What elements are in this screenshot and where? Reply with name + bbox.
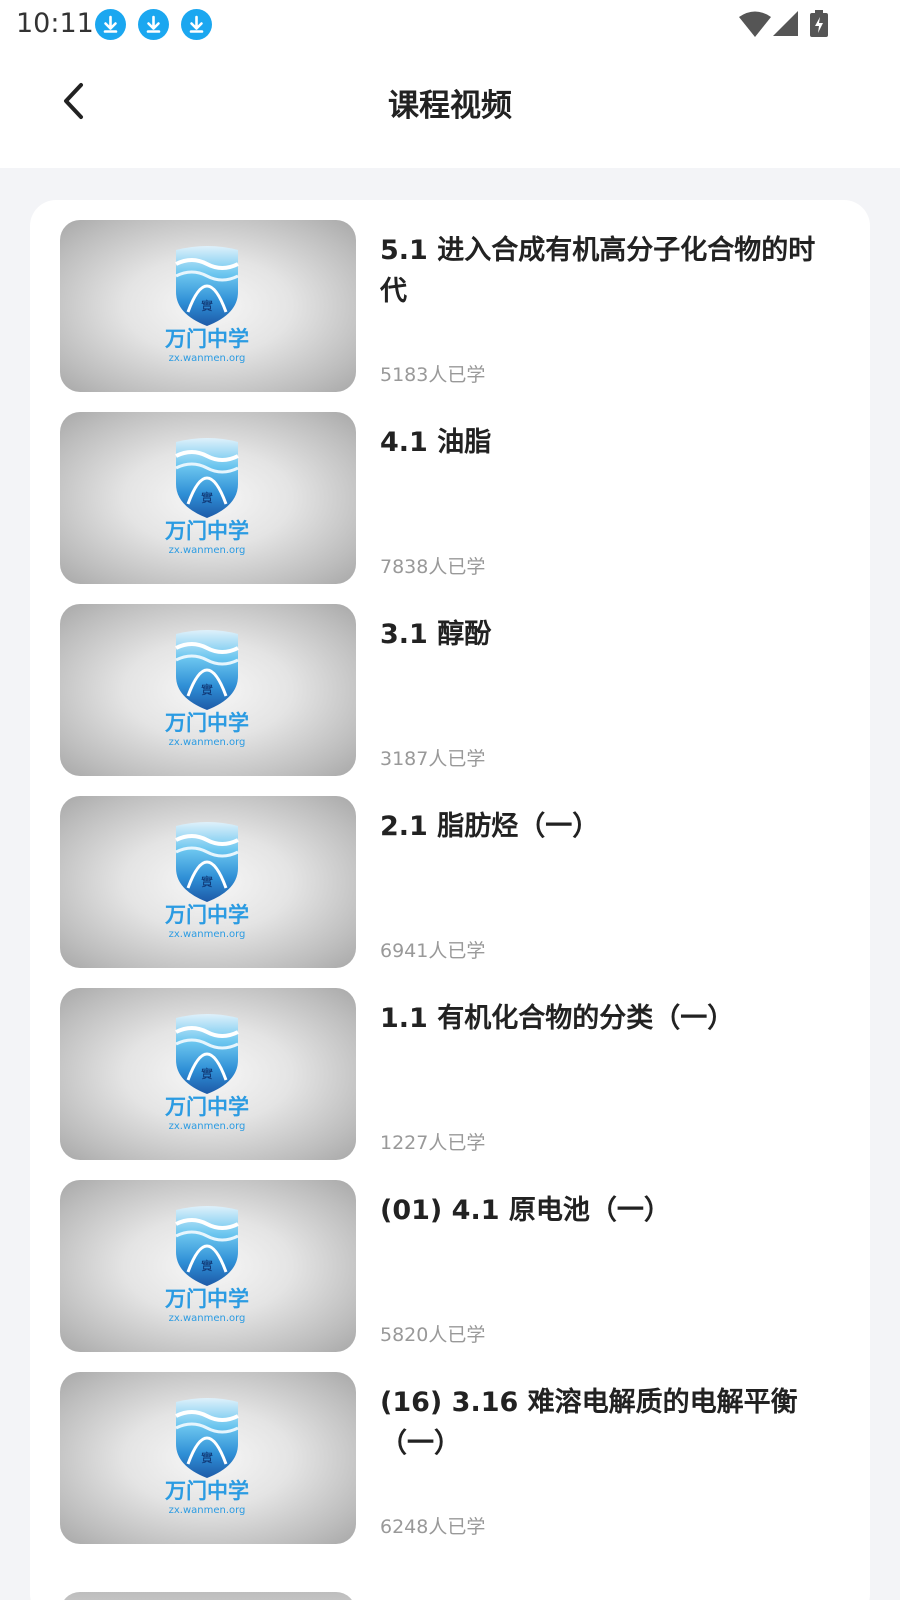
status-bar: 10:11: [0, 0, 900, 50]
download-icon: [95, 9, 126, 40]
logo-seal-text: 實: [201, 1258, 213, 1273]
logo-seal-text: 實: [201, 298, 213, 313]
course-list-card: 實 万门中学 zx.wanmen.org 5.1 进入合成有机高分子化合物的时代…: [30, 200, 870, 1600]
logo-seal-text: 實: [201, 490, 213, 505]
wanmen-logo: 實 万门中学 zx.wanmen.org: [164, 438, 249, 556]
logo-seal-text: 實: [201, 874, 213, 889]
wanmen-logo: 實 万门中学 zx.wanmen.org: [164, 1206, 249, 1324]
download-icon: [181, 9, 212, 40]
header: 课程视频: [0, 50, 900, 168]
course-title[interactable]: 2.1 脂肪烃（一）: [380, 806, 830, 847]
learner-count: 5820人已学: [380, 1324, 486, 1346]
logo-seal-text: 實: [201, 1450, 213, 1465]
learner-count: 7838人已学: [380, 556, 486, 578]
logo-text: 万门中学: [164, 903, 249, 927]
course-thumbnail-partial[interactable]: [60, 1592, 356, 1600]
course-list-item[interactable]: 實 万门中学 zx.wanmen.org 4.1 油脂 7838人已学: [60, 412, 850, 584]
course-list-item[interactable]: 實 万门中学 zx.wanmen.org 5.1 进入合成有机高分子化合物的时代…: [60, 220, 850, 392]
logo-url-text: zx.wanmen.org: [169, 1505, 246, 1516]
logo-text: 万门中学: [164, 1287, 249, 1311]
logo-seal-text: 實: [201, 682, 213, 697]
download-icon: [138, 9, 169, 40]
course-thumbnail[interactable]: 實 万门中学 zx.wanmen.org: [60, 1180, 356, 1352]
learner-count: 3187人已学: [380, 748, 486, 770]
logo-url-text: zx.wanmen.org: [169, 1313, 246, 1324]
logo-seal-text: 實: [201, 1066, 213, 1081]
wanmen-logo: 實 万门中学 zx.wanmen.org: [164, 630, 249, 748]
status-time: 10:11: [16, 8, 94, 39]
signal-icon: [773, 11, 798, 36]
course-title[interactable]: (16) 3.16 难溶电解质的电解平衡（一）: [380, 1382, 830, 1464]
logo-url-text: zx.wanmen.org: [169, 929, 246, 940]
page-title: 课程视频: [388, 88, 512, 124]
logo-url-text: zx.wanmen.org: [169, 1121, 246, 1132]
wifi-icon: [739, 11, 771, 37]
learner-count: 5183人已学: [380, 364, 486, 386]
logo-text: 万门中学: [164, 1479, 249, 1503]
wanmen-logo: 實 万门中学 zx.wanmen.org: [164, 1398, 249, 1516]
course-title[interactable]: 1.1 有机化合物的分类（一）: [380, 998, 830, 1039]
course-thumbnail[interactable]: 實 万门中学 zx.wanmen.org: [60, 412, 356, 584]
course-thumbnail[interactable]: 實 万门中学 zx.wanmen.org: [60, 1372, 356, 1544]
course-thumbnail[interactable]: 實 万门中学 zx.wanmen.org: [60, 796, 356, 968]
logo-url-text: zx.wanmen.org: [169, 353, 246, 364]
course-list-item[interactable]: 實 万门中学 zx.wanmen.org (16) 3.16 难溶电解质的电解平…: [60, 1372, 850, 1544]
course-title[interactable]: 4.1 油脂: [380, 422, 830, 463]
course-thumbnail[interactable]: 實 万门中学 zx.wanmen.org: [60, 988, 356, 1160]
course-list-item[interactable]: 實 万门中学 zx.wanmen.org (01) 4.1 原电池（一） 5820…: [60, 1180, 850, 1352]
wanmen-logo: 實 万门中学 zx.wanmen.org: [164, 1014, 249, 1132]
logo-text: 万门中学: [164, 327, 249, 351]
logo-text: 万门中学: [164, 519, 249, 543]
logo-url-text: zx.wanmen.org: [169, 737, 246, 748]
learner-count: 6248人已学: [380, 1516, 486, 1538]
logo-text: 万门中学: [164, 1095, 249, 1119]
learner-count: 6941人已学: [380, 940, 486, 962]
course-list-item[interactable]: 實 万门中学 zx.wanmen.org 2.1 脂肪烃（一） 6941人已学: [60, 796, 850, 968]
course-title[interactable]: 5.1 进入合成有机高分子化合物的时代: [380, 230, 830, 312]
logo-text: 万门中学: [164, 711, 249, 735]
course-list-item[interactable]: 實 万门中学 zx.wanmen.org 3.1 醇酚 3187人已学: [60, 604, 850, 776]
wanmen-logo: 實 万门中学 zx.wanmen.org: [164, 246, 249, 364]
learner-count: 1227人已学: [380, 1132, 486, 1154]
course-thumbnail[interactable]: 實 万门中学 zx.wanmen.org: [60, 604, 356, 776]
battery-icon: [810, 10, 828, 37]
course-title[interactable]: 3.1 醇酚: [380, 614, 830, 655]
course-thumbnail[interactable]: 實 万门中学 zx.wanmen.org: [60, 220, 356, 392]
course-title[interactable]: (01) 4.1 原电池（一）: [380, 1190, 830, 1231]
logo-url-text: zx.wanmen.org: [169, 545, 246, 556]
course-list-item[interactable]: 實 万门中学 zx.wanmen.org 1.1 有机化合物的分类（一） 1227…: [60, 988, 850, 1160]
wanmen-logo: 實 万门中学 zx.wanmen.org: [164, 822, 249, 940]
